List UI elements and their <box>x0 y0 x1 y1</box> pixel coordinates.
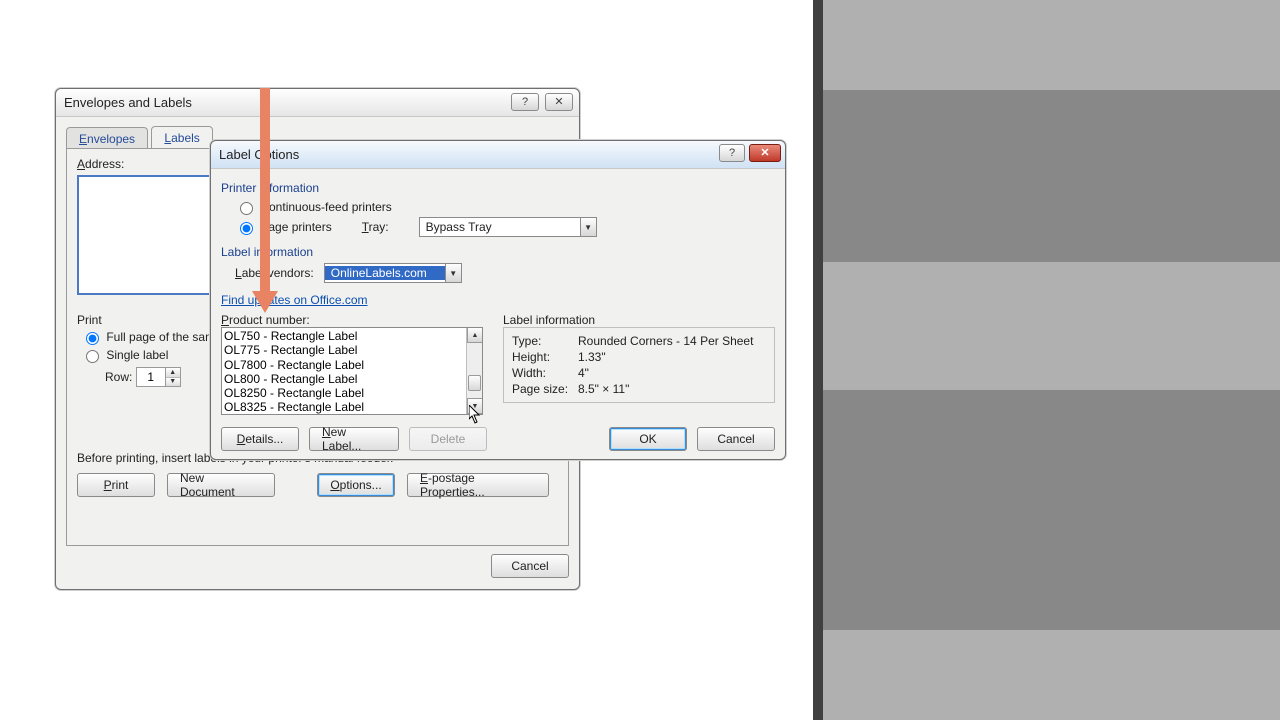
print-button[interactable]: Print <box>77 473 155 497</box>
width-value: 4" <box>578 366 766 380</box>
radio-page-printers-label: Page printers <box>260 220 331 234</box>
cancel-button[interactable]: Cancel <box>491 554 569 578</box>
row-label: Row: <box>105 370 132 384</box>
scrollbar-thumb[interactable] <box>468 375 481 391</box>
list-item[interactable]: OL800 - Rectangle Label <box>224 372 464 386</box>
height-value: 1.33" <box>578 350 766 364</box>
label-detail-header: Label information <box>503 313 775 327</box>
product-number-label: Product number: <box>221 313 483 327</box>
chevron-down-icon[interactable]: ▼ <box>467 398 483 414</box>
updates-link[interactable]: Find updates on Office.com <box>221 293 368 307</box>
radio-page-printers[interactable] <box>240 222 253 235</box>
pagesize-value: 8.5" × 11" <box>578 382 766 396</box>
help-icon[interactable]: ? <box>719 144 745 162</box>
list-item[interactable]: OL8250 - Rectangle Label <box>224 386 464 400</box>
pagesize-key: Page size: <box>512 382 572 396</box>
product-listbox[interactable]: OL750 - Rectangle Label OL775 - Rectangl… <box>221 327 483 415</box>
dialog-title: Label Options <box>219 147 299 162</box>
scrollbar-track[interactable] <box>467 343 482 399</box>
row-input[interactable] <box>137 368 165 386</box>
dialog-titlebar[interactable]: Label Options ? ✕ <box>211 141 785 169</box>
new-label-button[interactable]: New Label... <box>309 427 399 451</box>
list-item[interactable]: OL7800 - Rectangle Label <box>224 358 464 372</box>
chevron-down-icon[interactable]: ▼ <box>445 264 461 282</box>
label-options-dialog: Label Options ? ✕ Printer information Co… <box>210 140 786 460</box>
details-button[interactable]: Details... <box>221 427 299 451</box>
radio-single-label-label: Single label <box>106 348 168 362</box>
radio-full-page[interactable] <box>86 332 99 345</box>
video-letterbox <box>823 0 1280 720</box>
chevron-down-icon[interactable]: ▼ <box>166 378 180 387</box>
radio-continuous[interactable] <box>240 202 253 215</box>
list-item[interactable]: OL8325 - Rectangle Label <box>224 400 464 414</box>
ok-button[interactable]: OK <box>609 427 687 451</box>
video-border <box>813 0 823 720</box>
chevron-down-icon[interactable]: ▼ <box>580 218 596 236</box>
tab-labels[interactable]: Labels <box>151 126 212 148</box>
close-icon[interactable]: ✕ <box>749 144 781 162</box>
height-key: Height: <box>512 350 572 364</box>
tray-value: Bypass Tray <box>420 220 580 234</box>
tray-label: Tray: <box>362 220 389 234</box>
tab-envelopes[interactable]: Envelopes <box>66 127 148 149</box>
options-button[interactable]: Options... <box>317 473 395 497</box>
delete-button: Delete <box>409 427 487 451</box>
radio-continuous-label: Continuous-feed printers <box>260 200 391 214</box>
row-spin[interactable]: ▲▼ <box>136 367 181 387</box>
tray-select[interactable]: Bypass Tray ▼ <box>419 217 597 237</box>
help-icon[interactable]: ? <box>511 93 539 111</box>
close-icon[interactable]: ✕ <box>545 93 573 111</box>
type-key: Type: <box>512 334 572 348</box>
label-info-section: Label information <box>221 245 775 259</box>
type-value: Rounded Corners - 14 Per Sheet <box>578 334 766 348</box>
list-item[interactable]: OL750 - Rectangle Label <box>224 329 464 343</box>
radio-single-label[interactable] <box>86 350 99 363</box>
printer-info-section: Printer information <box>221 181 775 195</box>
chevron-up-icon[interactable]: ▲ <box>166 368 180 378</box>
width-key: Width: <box>512 366 572 380</box>
vendors-label: Label vendors: <box>235 266 314 280</box>
dialog-titlebar[interactable]: Envelopes and Labels ? ✕ <box>56 89 579 117</box>
vendor-value: OnlineLabels.com <box>325 266 445 280</box>
list-item[interactable]: OL775 - Rectangle Label <box>224 343 464 357</box>
label-detail: Type: Rounded Corners - 14 Per Sheet Hei… <box>512 334 766 396</box>
chevron-up-icon[interactable]: ▲ <box>467 327 483 343</box>
vendor-select[interactable]: OnlineLabels.com ▼ <box>324 263 462 283</box>
new-document-button[interactable]: New Document <box>167 473 275 497</box>
cancel-button[interactable]: Cancel <box>697 427 775 451</box>
scrollbar[interactable]: ▲ ▼ <box>466 328 482 414</box>
dialog-title: Envelopes and Labels <box>64 95 192 110</box>
epostage-button[interactable]: E-postage Properties... <box>407 473 549 497</box>
